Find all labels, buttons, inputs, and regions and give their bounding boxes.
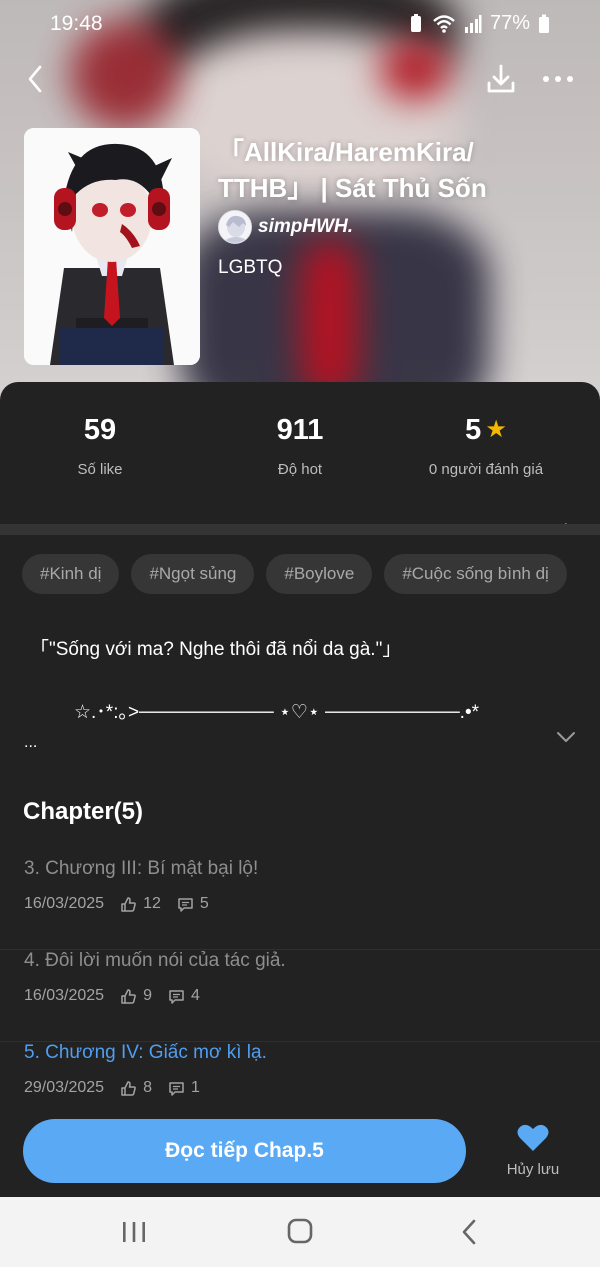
stat-hotness: 911 Độ hot	[200, 412, 400, 479]
wifi-icon	[433, 14, 455, 33]
author-name: simpHWH.	[258, 216, 353, 237]
heart-icon	[517, 1124, 549, 1151]
chevron-down-icon[interactable]	[556, 730, 576, 744]
recents-icon[interactable]	[114, 1217, 154, 1247]
chapter-meta: 16/03/2025 12 5	[24, 895, 209, 913]
comment-count: 1	[190, 1079, 200, 1096]
chapter-comments: 4	[168, 987, 200, 1005]
like-icon	[121, 896, 136, 912]
story-title: 「AllKira/HaremKira/ TTHB」 | Sát Thủ Sốn	[218, 137, 487, 203]
chapter-meta: 16/03/2025 9 4	[24, 987, 200, 1005]
author-link[interactable]: simpHWH.	[218, 210, 353, 244]
comment-icon	[169, 1081, 184, 1096]
back-button[interactable]	[22, 62, 52, 96]
description-ellipsis: ...	[24, 734, 38, 751]
unsave-button[interactable]: Hủy lưu	[496, 1123, 570, 1178]
story-header: 19:48 77% 「AllKira/HaremKira/ TTHB」 | Sá…	[0, 0, 600, 400]
more-icon	[543, 76, 573, 82]
battery-percent: 77%	[489, 12, 530, 34]
comment-icon	[178, 897, 193, 912]
more-button[interactable]	[540, 64, 576, 94]
like-count: 8	[143, 1079, 152, 1096]
stat-value: 59	[83, 414, 117, 446]
status-icons: 77%	[408, 12, 550, 35]
cover-image	[24, 128, 200, 365]
chapter-item[interactable]: 3. Chương III: Bí mật bại lộ! 16/03/2025…	[0, 858, 600, 950]
stat-label: 0 người đánh giá	[428, 461, 544, 478]
tag-chip[interactable]: #Kinh dị	[22, 554, 120, 594]
story-genre[interactable]: LGBTQ	[218, 257, 282, 279]
star-icon: ★	[485, 416, 507, 443]
chapter-item[interactable]: 4. Đôi lời muốn nói của tác giả. 16/03/2…	[0, 950, 600, 1042]
comment-icon	[169, 989, 184, 1004]
stat-value: 5	[465, 414, 482, 446]
chapter-comments: 5	[177, 895, 209, 913]
unsave-label: Hủy lưu	[506, 1161, 560, 1178]
stat-label: Độ hot	[277, 461, 323, 478]
continue-reading-button[interactable]: Đọc tiếp Chap.5	[23, 1119, 466, 1183]
section-divider	[0, 524, 600, 535]
stats-row: 59 Số like 911 Độ hot 5 ★ 0 người đánh gi…	[0, 412, 600, 536]
chapter-meta: 29/03/2025 8 1	[24, 1079, 200, 1097]
chapter-title: 4. Đôi lời muốn nói của tác giả.	[24, 950, 286, 971]
chapter-likes: 12	[120, 895, 161, 913]
tag-list: #Kinh dị #Ngọt sủng #Boylove #Cuộc sống bìn…	[22, 554, 600, 596]
stat-label: Số like	[77, 461, 123, 478]
tag-chip[interactable]: #Cuộc sống bình dị	[384, 554, 567, 594]
chapter-title: 3. Chương III: Bí mật bại lộ!	[24, 858, 259, 879]
chapter-date: 16/03/2025	[24, 895, 105, 912]
stat-value: 911	[276, 414, 324, 446]
signal-icon	[464, 14, 482, 33]
tag-chip[interactable]: #Boylove	[266, 554, 373, 594]
tag-chip[interactable]: #Ngọt sủng	[131, 554, 255, 594]
stat-rating[interactable]: 5 ★ 0 người đánh giá	[386, 412, 586, 479]
description-divider-line: ☆.･*:｡>────────── ⋆♡⋆ ──────────.•*	[74, 702, 480, 723]
description-line: 「"Sống với ma? Nghe thôi đã nổi da gà."」	[30, 639, 402, 660]
like-count: 9	[143, 987, 152, 1004]
system-nav-bar	[0, 1197, 600, 1267]
status-bar: 19:48 77%	[0, 0, 600, 48]
like-icon	[121, 1080, 136, 1096]
chapter-likes: 8	[120, 1079, 152, 1097]
story-details-panel: 59 Số like 911 Độ hot 5 ★ 0 người đánh gi…	[0, 382, 600, 1202]
download-icon	[487, 64, 515, 93]
rating-value-row: 5 ★	[386, 412, 586, 448]
chapter-date: 29/03/2025	[24, 1079, 105, 1096]
battery-saver-icon	[410, 13, 421, 32]
chapter-likes: 9	[120, 987, 152, 1005]
comment-count: 4	[190, 987, 200, 1004]
chapter-date: 16/03/2025	[24, 987, 105, 1004]
chapter-list-header: Chapter(5)	[23, 798, 144, 825]
chapter-comments: 1	[168, 1079, 200, 1097]
battery-icon	[539, 14, 549, 33]
back-nav-icon[interactable]	[450, 1217, 490, 1247]
home-icon[interactable]	[280, 1217, 320, 1247]
author-avatar	[218, 210, 252, 244]
avatar-image	[219, 211, 251, 243]
download-button[interactable]	[484, 62, 518, 96]
like-icon	[121, 988, 136, 1004]
comment-count: 5	[199, 895, 209, 912]
back-icon	[28, 65, 42, 93]
story-cover[interactable]	[24, 128, 200, 365]
like-count: 12	[143, 895, 161, 912]
bottom-action-bar: Đọc tiếp Chap.5 Hủy lưu	[0, 1103, 600, 1197]
status-time: 19:48	[50, 12, 103, 35]
chapter-title: 5. Chương IV: Giấc mơ kì lạ.	[24, 1042, 267, 1063]
stat-likes: 59 Số like	[0, 412, 200, 479]
